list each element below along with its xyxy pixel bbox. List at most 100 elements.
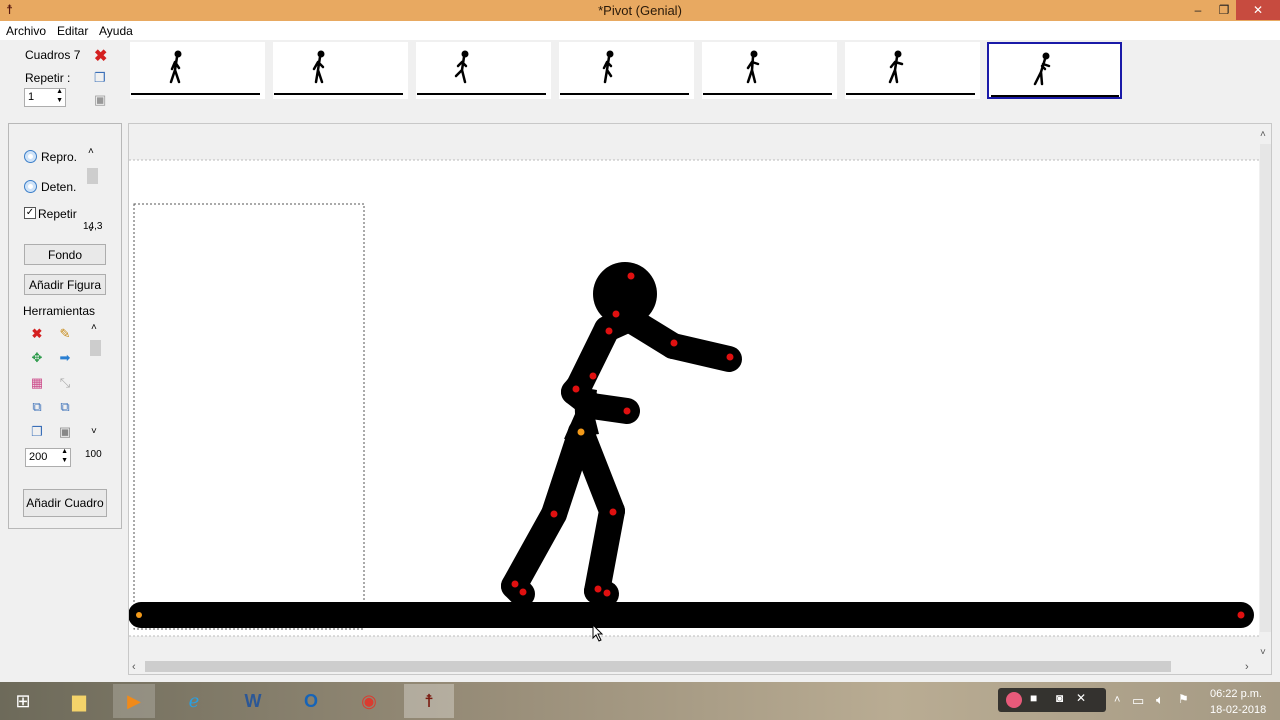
add-frame-button[interactable]: Añadir Cuadro xyxy=(23,489,107,517)
back-icon[interactable]: ⧉ xyxy=(57,399,73,415)
chevron-up-icon: ˄ xyxy=(1260,129,1266,140)
joint-handle[interactable] xyxy=(726,353,734,361)
action-center-icon[interactable]: ⚑ xyxy=(1178,692,1189,706)
minimize-button[interactable]: ‒ xyxy=(1184,0,1212,20)
pivot-handle[interactable] xyxy=(577,428,585,436)
joint-handle[interactable] xyxy=(519,588,527,596)
repeat-stepper[interactable]: 1 ▲ ▼ xyxy=(24,88,66,107)
frames-panel: Cuadros 7 ✖ Repetir : ❐ 1 ▲ ▼ ▣ xyxy=(8,42,118,114)
joint-handle[interactable] xyxy=(609,508,617,516)
joint-handle[interactable] xyxy=(589,372,597,380)
chevron-down-icon[interactable]: ˅ xyxy=(91,426,97,437)
outlook-icon[interactable]: O xyxy=(290,684,332,718)
menu-ayuda[interactable]: Ayuda xyxy=(99,24,133,38)
copy-frame-icon[interactable]: ❐ xyxy=(94,70,106,86)
joint-handle[interactable] xyxy=(594,585,602,593)
playback-group: Repro. Deten. ✓ Repetir xyxy=(16,136,96,234)
network-icon[interactable]: ▭ xyxy=(1132,693,1144,709)
joint-handle[interactable] xyxy=(550,510,558,518)
delete-icon[interactable]: ✖ xyxy=(29,326,45,342)
scale-icon[interactable]: ⤡ xyxy=(57,375,73,391)
joint-handle[interactable] xyxy=(612,310,620,318)
joint-handle[interactable] xyxy=(670,339,678,347)
scroll-thumb[interactable] xyxy=(90,340,101,356)
frame-thumbnail[interactable] xyxy=(130,42,265,99)
opacity-value: 100 xyxy=(85,449,102,460)
internet-explorer-icon[interactable]: ℯ xyxy=(173,684,215,718)
frame-thumbnail[interactable] xyxy=(416,42,551,99)
repeat-value: 1 xyxy=(28,91,35,103)
frame-thumbnail[interactable] xyxy=(559,42,694,99)
file-explorer-icon[interactable]: ▆ xyxy=(58,684,100,718)
clock-time[interactable]: 06:22 p.m. xyxy=(1210,688,1262,700)
close-recorder-icon[interactable]: ✕ xyxy=(1076,691,1086,705)
stop-radio[interactable] xyxy=(24,180,37,193)
spin-down-icon[interactable]: ▼ xyxy=(61,457,68,464)
repeat-checkbox[interactable]: ✓ xyxy=(24,207,36,219)
menu-archivo[interactable]: Archivo xyxy=(6,24,46,38)
paste-icon[interactable]: ▣ xyxy=(57,424,73,440)
vertical-scrollbar[interactable]: ˄ ˅ xyxy=(1260,129,1271,658)
pivot-icon[interactable]: ☨ xyxy=(404,684,454,718)
size-stepper[interactable]: 200 ▲ ▼ xyxy=(25,448,71,467)
volume-icon[interactable]: 🔈︎ xyxy=(1156,692,1164,708)
frame-thumbnail[interactable] xyxy=(273,42,408,99)
horizontal-scrollbar[interactable]: ‹ › xyxy=(132,661,1249,673)
window-title: *Pivot (Genial) xyxy=(598,3,682,18)
stop-record-icon[interactable]: ■ xyxy=(1030,691,1037,705)
flip-icon[interactable]: ➡ xyxy=(57,350,73,366)
restore-button[interactable]: ❐ xyxy=(1210,0,1238,20)
repeat-check-label: Repetir xyxy=(38,207,77,221)
tools-group: Herramientas ✖ ✎ ✥ ➡ ▦ ⤡ ⧉ ⧉ ❐ ▣ ˄ ˅ 200… xyxy=(15,304,114,474)
animation-canvas-area[interactable]: ˄ ˅ ‹ › xyxy=(128,123,1272,675)
show-hidden-icons-icon[interactable]: ˄ xyxy=(1114,694,1120,706)
spin-up-icon[interactable]: ▲ xyxy=(61,448,68,455)
tools-scrollbar[interactable]: ˄ ˅ xyxy=(89,322,103,438)
chevron-up-icon[interactable]: ˄ xyxy=(88,146,94,157)
clock-date[interactable]: 18-02-2018 xyxy=(1210,704,1266,716)
delete-frame-icon[interactable]: ✖ xyxy=(94,46,107,66)
menu-bar: Archivo Editar Ayuda xyxy=(0,21,1280,40)
joint-handle[interactable] xyxy=(623,407,631,415)
repeat-label: Repetir : xyxy=(25,71,71,85)
ground-handle-pivot[interactable] xyxy=(136,612,142,618)
copy-icon[interactable]: ❐ xyxy=(29,424,45,440)
media-player-icon[interactable]: ▶ xyxy=(113,684,155,718)
joint-handle[interactable] xyxy=(511,580,519,588)
front-icon[interactable]: ⧉ xyxy=(29,399,45,415)
paste-frame-icon[interactable]: ▣ xyxy=(94,92,106,108)
chevron-up-icon[interactable]: ˄ xyxy=(91,322,97,333)
start-button-icon[interactable]: ⊞ xyxy=(2,684,44,718)
center-icon[interactable]: ✥ xyxy=(29,350,45,366)
joint-handle[interactable] xyxy=(603,589,611,597)
background-button[interactable]: Fondo xyxy=(24,244,106,265)
frame-thumbnail[interactable] xyxy=(845,42,980,99)
speed-value: 14,3 xyxy=(83,221,103,232)
close-button[interactable]: ✕ xyxy=(1236,0,1280,20)
color-icon[interactable]: ▦ xyxy=(29,375,45,391)
joint-handle[interactable] xyxy=(572,385,580,393)
frame-thumbnail[interactable] xyxy=(987,42,1122,99)
joint-handle[interactable] xyxy=(627,272,635,280)
word-icon[interactable]: W xyxy=(232,684,274,718)
ground-handle[interactable] xyxy=(1237,611,1245,619)
play-radio[interactable] xyxy=(24,150,37,163)
spin-up-icon[interactable]: ▲ xyxy=(56,88,63,95)
edit-icon[interactable]: ✎ xyxy=(57,326,73,342)
slider-thumb[interactable] xyxy=(87,168,98,184)
stop-label: Deten. xyxy=(41,180,77,194)
canvas-stage[interactable] xyxy=(129,160,1259,636)
play-label: Repro. xyxy=(41,150,78,164)
ground-line[interactable] xyxy=(129,602,1254,628)
chrome-icon[interactable]: ◉ xyxy=(348,684,390,718)
frame-thumbnail[interactable] xyxy=(702,42,837,99)
menu-editar[interactable]: Editar xyxy=(57,24,88,38)
joint-handle[interactable] xyxy=(605,327,613,335)
recorder-widget[interactable]: ■ ◙ ✕ xyxy=(998,688,1106,712)
add-figure-button[interactable]: Añadir Figura xyxy=(24,274,106,295)
spin-down-icon[interactable]: ▼ xyxy=(56,97,63,104)
animation-canvas[interactable]: ˄ ˅ ‹ › xyxy=(129,124,1271,674)
chevron-down-icon: ˅ xyxy=(1260,647,1266,658)
camera-icon[interactable]: ◙ xyxy=(1056,691,1063,705)
pause-record-icon[interactable] xyxy=(1006,692,1022,708)
